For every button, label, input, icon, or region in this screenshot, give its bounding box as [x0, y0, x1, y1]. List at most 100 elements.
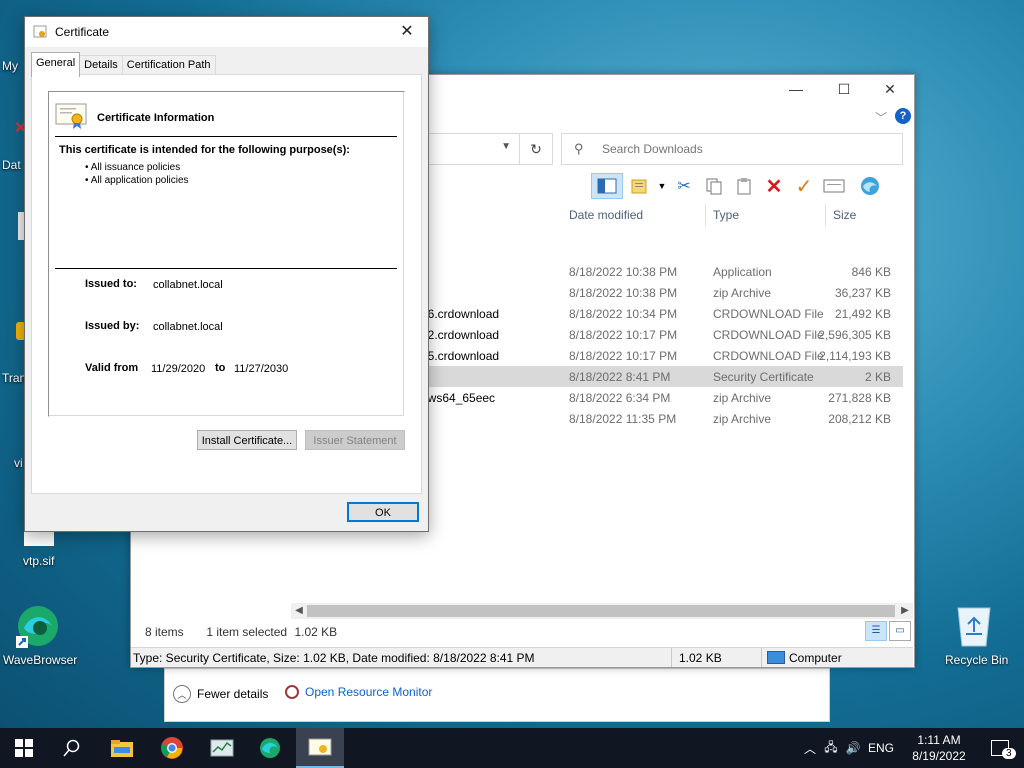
scrollbar-thumb[interactable]: [307, 605, 895, 617]
file-row[interactable]: 35.crdownload 8/18/2022 10:17 PM CRDOWNL…: [421, 345, 903, 366]
desktop-label-tran[interactable]: Tran: [2, 371, 26, 385]
search-icon: [63, 739, 80, 757]
search-icon: ⚲: [574, 141, 584, 156]
search-input[interactable]: [600, 141, 884, 157]
chevron-down-icon[interactable]: ▼: [501, 141, 511, 152]
rename-check-icon[interactable]: ✓: [791, 174, 817, 198]
file-row[interactable]: ows64_65eec 8/18/2022 6:34 PM zip Archiv…: [421, 387, 903, 408]
selection-count: 1 item selected: [206, 625, 288, 639]
open-resource-monitor-label: Open Resource Monitor: [305, 685, 433, 699]
column-separator[interactable]: [705, 203, 706, 227]
show-hidden-icons-icon[interactable]: ︿: [800, 740, 820, 757]
file-explorer-taskbar-button[interactable]: [98, 728, 146, 768]
details-view-icon[interactable]: ☰: [865, 621, 887, 641]
column-size[interactable]: Size: [833, 203, 856, 227]
tab-certification-path[interactable]: Certification Path: [121, 55, 216, 76]
start-button[interactable]: [0, 728, 48, 768]
certificate-taskbar-button[interactable]: [296, 728, 344, 768]
desktop-label-recycle-bin[interactable]: Recycle Bin: [945, 653, 1008, 667]
tab-details[interactable]: Details: [79, 55, 123, 76]
wavebrowser-icon[interactable]: [16, 604, 60, 648]
divider: [55, 268, 397, 269]
language-indicator[interactable]: ENG: [864, 741, 898, 755]
chrome-taskbar-button[interactable]: [148, 728, 196, 768]
cut-icon[interactable]: ✂: [671, 174, 697, 198]
chrome-icon: [161, 737, 183, 759]
sif-file-icon[interactable]: [24, 530, 54, 546]
file-size: 846 KB: [851, 265, 891, 279]
volume-icon[interactable]: 🔊: [842, 741, 864, 755]
wavebrowser-taskbar-button[interactable]: [246, 728, 294, 768]
search-box[interactable]: ⚲: [561, 133, 903, 165]
status-bar: 8 items 1 item selected 1.02 KB: [145, 625, 337, 639]
refresh-button[interactable]: ↻: [519, 133, 553, 165]
file-size: 2,596,305 KB: [818, 328, 891, 342]
desktop-label-vtp[interactable]: vtp.sif: [23, 554, 54, 568]
preview-pane-icon[interactable]: [591, 173, 623, 199]
help-icon[interactable]: ?: [895, 108, 911, 124]
resource-monitor-icon: [285, 685, 299, 699]
issued-by-label: Issued by:: [85, 320, 140, 332]
task-manager-taskbar-button[interactable]: [198, 728, 246, 768]
file-size: 271,828 KB: [828, 391, 891, 405]
globe-icon[interactable]: [857, 174, 883, 198]
policy-item: • All application policies: [85, 175, 189, 186]
paste-icon[interactable]: [731, 174, 757, 198]
issued-to-value: collabnet.local: [153, 279, 223, 291]
scroll-right-icon[interactable]: ▶: [897, 603, 913, 619]
file-row[interactable]: 8/18/2022 11:35 PM zip Archive 208,212 K…: [421, 408, 903, 429]
details-size: 1.02 KB: [679, 651, 722, 665]
ribbon-expand-icon[interactable]: ﹀: [875, 109, 887, 126]
file-row[interactable]: 8/18/2022 10:38 PM Application 846 KB: [421, 261, 903, 282]
ok-button[interactable]: OK: [347, 502, 419, 522]
file-row[interactable]: 12.crdownload 8/18/2022 10:17 PM CRDOWNL…: [421, 324, 903, 345]
maximize-button[interactable]: ☐: [821, 81, 867, 101]
copy-icon[interactable]: [701, 174, 727, 198]
file-size: 21,492 KB: [834, 307, 891, 321]
column-date-modified[interactable]: Date modified: [569, 203, 643, 227]
minimize-button[interactable]: —: [773, 81, 819, 101]
item-count: 8 items: [145, 625, 184, 639]
install-certificate-button[interactable]: Install Certificate...: [197, 430, 297, 450]
desktop-label-my[interactable]: My: [2, 59, 18, 73]
desktop-label-dat[interactable]: Dat: [2, 158, 21, 172]
search-button[interactable]: [48, 728, 96, 768]
open-resource-monitor-link[interactable]: Open Resource Monitor: [285, 685, 432, 699]
certificate-info-title: Certificate Information: [97, 112, 215, 124]
delete-icon[interactable]: ✕: [761, 174, 787, 198]
column-separator[interactable]: [825, 203, 826, 227]
close-icon[interactable]: ✕: [392, 21, 422, 43]
dialog-title: Certificate: [55, 25, 110, 39]
policy-item: • All issuance policies: [85, 162, 181, 173]
tab-general[interactable]: General: [31, 52, 81, 77]
new-folder-icon[interactable]: [627, 174, 653, 198]
notification-center-button[interactable]: 3: [982, 728, 1018, 768]
column-type[interactable]: Type: [713, 203, 739, 227]
file-row-selected[interactable]: 8/18/2022 8:41 PM Security Certificate 2…: [421, 366, 903, 387]
certificate-info-box: Certificate Information This certificate…: [48, 91, 405, 417]
recycle-bin-icon[interactable]: [952, 602, 996, 648]
file-row[interactable]: 36.crdownload 8/18/2022 10:34 PM CRDOWNL…: [421, 303, 903, 324]
issuer-statement-button[interactable]: Issuer Statement: [305, 430, 405, 450]
close-button[interactable]: ✕: [867, 81, 913, 101]
scroll-left-icon[interactable]: ◀: [291, 603, 307, 619]
fewer-details-label: Fewer details: [197, 687, 269, 701]
properties-icon[interactable]: [821, 174, 847, 198]
file-row[interactable]: 8/18/2022 10:38 PM zip Archive 36,237 KB: [421, 282, 903, 303]
large-icons-view-icon[interactable]: ▭: [889, 621, 911, 641]
horizontal-scrollbar[interactable]: ◀ ▶: [291, 603, 913, 619]
dropdown-arrow-icon[interactable]: ▼: [657, 174, 667, 198]
network-icon[interactable]: 🖧: [820, 738, 842, 759]
details-text: Type: Security Certificate, Size: 1.02 K…: [133, 651, 535, 665]
fewer-details-button[interactable]: ︿ Fewer details: [173, 685, 268, 703]
file-date: 8/18/2022 10:34 PM: [569, 307, 678, 321]
desktop-label-vi[interactable]: vi: [14, 456, 23, 470]
clock[interactable]: 1:11 AM 8/19/2022: [904, 732, 974, 764]
valid-to-value: 11/27/2030: [234, 363, 289, 375]
general-tab-pane: Certificate Information This certificate…: [31, 74, 422, 494]
file-type: CRDOWNLOAD File: [713, 307, 824, 321]
address-bar[interactable]: s ▼: [421, 133, 520, 165]
desktop-label-wavebrowser[interactable]: WaveBrowser: [3, 653, 77, 667]
file-date: 8/18/2022 8:41 PM: [569, 370, 671, 384]
certificate-icon: [33, 25, 47, 39]
